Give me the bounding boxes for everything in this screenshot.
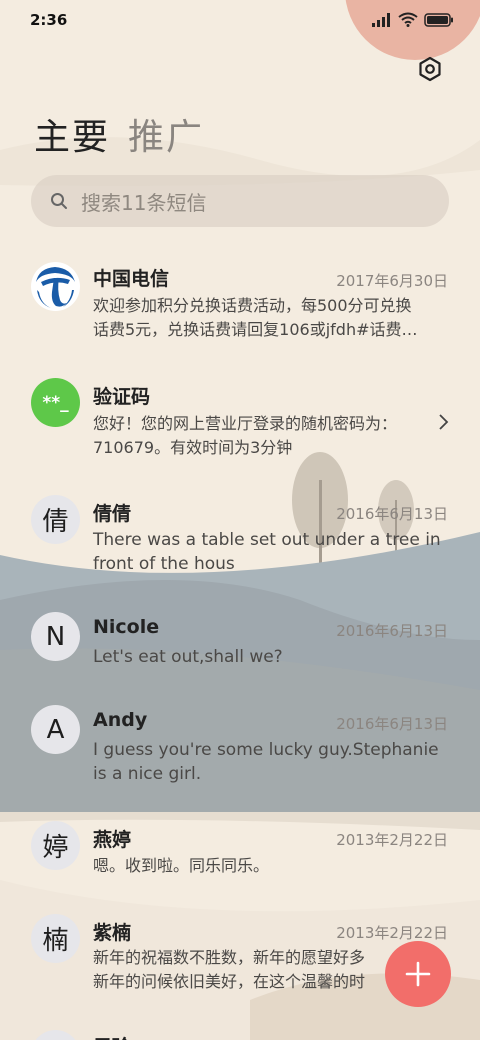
preview-line: 话费5元，兑换话费请回复106或jfdh#话费…	[93, 320, 418, 339]
search-placeholder: 搜索11条短信	[81, 190, 207, 215]
sender-name: 燕婷	[93, 829, 132, 851]
message-item[interactable]: 婷 燕婷 2013年2月22日 嗯。收到啦。同乐同乐。	[0, 819, 480, 891]
plus-icon	[405, 961, 431, 987]
message-date: 2016年6月13日	[336, 622, 448, 640]
message-item[interactable]: A Andy 2016年6月13日 I guess you're some lu…	[0, 703, 480, 799]
message-item[interactable]: **_ 验证码 您好！您的网上营业厅登录的随机密码为： 710679。有效时间为…	[0, 376, 480, 472]
search-icon	[49, 191, 69, 211]
avatar: N	[31, 612, 80, 661]
preview-line: 欢迎参加积分兑换话费活动，每500分可兑换	[93, 296, 412, 315]
tab-bar: 主要 推广	[34, 108, 204, 160]
preview-line: There was a table set out under a tree i…	[93, 530, 441, 550]
message-date: 2013年2月22日	[336, 924, 448, 942]
message-preview: 欢迎参加积分兑换话费活动，每500分可兑换 话费5元，兑换话费请回复106或jf…	[93, 294, 453, 342]
preview-line: 新年的问候依旧美好，在这个温馨的时	[93, 972, 366, 991]
preview-line: I guess you're some lucky guy.Stephanie	[93, 740, 439, 760]
wifi-icon	[398, 12, 418, 27]
message-item[interactable]: 中国电信 2017年6月30日 欢迎参加积分兑换话费活动，每500分可兑换 话费…	[0, 258, 480, 358]
message-preview: 新年的祝福数不胜数，新年的愿望好多 新年的问候依旧美好，在这个温馨的时	[93, 946, 393, 994]
avatar	[31, 262, 80, 311]
avatar: 婷	[31, 821, 80, 870]
message-item[interactable]: 倩 倩倩 2016年6月13日 There was a table set ou…	[0, 493, 480, 589]
avatar-text: N	[45, 621, 66, 652]
avatar: 楠	[31, 914, 80, 963]
message-item[interactable]: N Nicole 2016年6月13日 Let's eat out,shall …	[0, 610, 480, 682]
message-preview: I guess you're some lucky guy.Stephanie …	[93, 738, 453, 786]
settings-button[interactable]	[416, 55, 444, 83]
battery-icon	[424, 12, 453, 27]
sender-name: 紫楠	[93, 922, 132, 944]
compose-button[interactable]	[385, 941, 451, 1007]
status-time: 2:36	[30, 11, 68, 29]
status-bar: 2:36	[0, 0, 480, 40]
search-bar[interactable]: 搜索11条短信	[31, 175, 449, 227]
signal-icon	[372, 12, 390, 27]
sender-name: Andy	[93, 709, 148, 731]
sender-name: Nicole	[93, 616, 160, 638]
message-preview: There was a table set out under a tree i…	[93, 528, 453, 576]
avatar-text: **_	[42, 392, 69, 413]
china-telecom-logo-icon	[31, 262, 80, 311]
avatar-text: 婷	[42, 833, 69, 863]
avatar-text: 楠	[42, 926, 69, 956]
message-item[interactable]: 子玲	[0, 1028, 480, 1040]
sender-name: 倩倩	[93, 503, 132, 525]
preview-line: 新年的祝福数不胜数，新年的愿望好多	[93, 948, 366, 967]
message-date: 2016年6月13日	[336, 505, 448, 523]
message-date: 2017年6月30日	[336, 272, 448, 290]
status-icons	[372, 12, 454, 27]
preview-line: is a nice girl.	[93, 764, 202, 784]
chevron-right-icon[interactable]	[436, 412, 452, 432]
preview-line: 710679。有效时间为3分钟	[93, 438, 293, 457]
tab-promotions[interactable]: 推广	[128, 108, 204, 160]
message-preview: 嗯。收到啦。同乐同乐。	[93, 854, 443, 878]
avatar: **_	[31, 378, 80, 427]
avatar-text: 倩	[42, 507, 69, 537]
avatar	[31, 1030, 80, 1040]
message-preview: Let's eat out,shall we?	[93, 645, 443, 669]
preview-line: 您好！您的网上营业厅登录的随机密码为：	[93, 414, 398, 433]
sender-name: 子玲	[93, 1032, 131, 1040]
avatar: A	[31, 705, 80, 754]
preview-line: Let's eat out,shall we?	[93, 647, 283, 667]
message-preview: 您好！您的网上营业厅登录的随机密码为： 710679。有效时间为3分钟	[93, 412, 429, 460]
preview-line: front of the hous	[93, 554, 235, 574]
avatar-text: A	[46, 714, 65, 745]
avatar: 倩	[31, 495, 80, 544]
preview-line: 嗯。收到啦。同乐同乐。	[93, 856, 270, 875]
sender-name: 中国电信	[93, 268, 170, 290]
gear-icon	[419, 56, 441, 82]
message-date: 2016年6月13日	[336, 715, 448, 733]
sender-name: 验证码	[93, 386, 151, 408]
message-date: 2013年2月22日	[336, 831, 448, 849]
tab-primary[interactable]: 主要	[34, 108, 110, 160]
